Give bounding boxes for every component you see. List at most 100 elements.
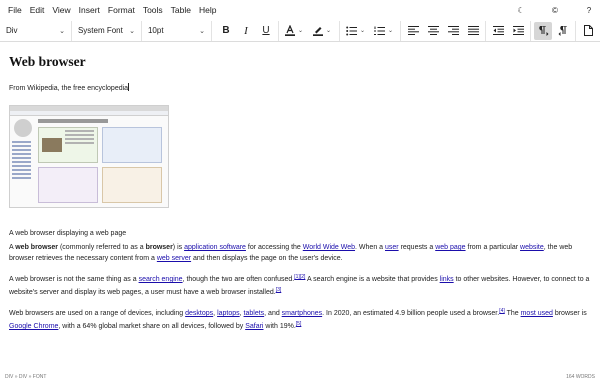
link-search-engine[interactable]: search engine: [139, 276, 183, 283]
screenshot-line: [12, 177, 32, 179]
screenshot-line: [12, 157, 32, 159]
menu-table[interactable]: Table: [167, 0, 195, 20]
underline-button[interactable]: U: [257, 22, 275, 40]
menu-view[interactable]: View: [48, 0, 74, 20]
text: The: [504, 310, 521, 317]
link-web-server[interactable]: web server: [157, 255, 191, 262]
text: . In 2020, an estimated 4.9 billion peop…: [322, 310, 500, 317]
screenshot-content: [38, 119, 166, 205]
link-user[interactable]: user: [385, 244, 399, 251]
text: , with a 64% global market share on all …: [58, 323, 246, 330]
align-left-button[interactable]: [404, 22, 422, 40]
link-google-chrome[interactable]: Google Chrome: [9, 323, 58, 330]
highlighter-icon: [313, 27, 323, 36]
menu-insert[interactable]: Insert: [75, 0, 104, 20]
paragraph-rtl-icon: [558, 25, 567, 36]
italic-button[interactable]: I: [237, 22, 255, 40]
bold-button[interactable]: B: [217, 22, 235, 40]
text: Web browsers are used on a range of devi…: [9, 310, 186, 317]
text: , though the two are often confused.: [182, 276, 295, 283]
screenshot-line: [12, 173, 32, 175]
editor-area[interactable]: Web browser From Wikipedia, the free enc…: [0, 43, 600, 371]
screenshot-photo: [42, 138, 62, 152]
link-tablets[interactable]: tablets: [244, 310, 265, 317]
link-laptops[interactable]: laptops: [217, 310, 240, 317]
link-website[interactable]: website: [520, 244, 544, 251]
outdent-button[interactable]: [489, 22, 507, 40]
font-size-select[interactable]: 10pt ⌄: [142, 20, 212, 41]
screenshot-logo: [14, 119, 32, 137]
text: ) is: [172, 244, 185, 251]
link-safari[interactable]: Safari: [245, 323, 263, 330]
chevron-down-icon: ⌄: [199, 27, 205, 35]
menu-file[interactable]: File: [4, 0, 26, 20]
link-smartphones[interactable]: smartphones: [282, 310, 322, 317]
subtitle-text: From Wikipedia, the free encyclopedia: [9, 85, 129, 92]
screenshot-heading: [38, 119, 109, 123]
numbered-list-button[interactable]: ⌄: [371, 22, 397, 40]
indent-button[interactable]: [509, 22, 527, 40]
chevron-down-icon: ⌄: [59, 27, 65, 35]
screenshot-addressbar: [10, 111, 168, 116]
highlight-color-button[interactable]: ⌄: [310, 22, 336, 40]
screenshot-line: [12, 149, 32, 151]
screenshot-line: [12, 153, 32, 155]
text: , and: [264, 310, 282, 317]
font-family-select[interactable]: System Font ⌄: [72, 20, 142, 41]
direction-group: [531, 20, 576, 41]
text: with 19%.: [263, 323, 296, 330]
menu-format[interactable]: Format: [104, 0, 139, 20]
menu-edit[interactable]: Edit: [26, 0, 49, 20]
menubar-right-tools: ☾ © ?: [498, 0, 600, 20]
word-count[interactable]: 164 WORDS: [566, 374, 595, 380]
block-format-select[interactable]: Div ⌄: [0, 20, 72, 41]
new-document-button[interactable]: [579, 22, 597, 40]
screenshot-line: [65, 130, 94, 132]
font-size-value: 10pt: [147, 26, 164, 35]
link-world-wide-web[interactable]: World Wide Web: [303, 244, 355, 251]
chevron-down-icon: ⌄: [388, 28, 394, 34]
link-application-software[interactable]: application software: [184, 244, 246, 251]
citation-ref[interactable]: [1][2]: [294, 274, 305, 280]
screenshot-line: [65, 142, 94, 144]
chevron-down-icon: ⌄: [298, 28, 304, 34]
menu-tools[interactable]: Tools: [139, 0, 167, 20]
paragraph-1: A web browser (commonly referred to as a…: [9, 242, 591, 264]
align-left-icon: [407, 26, 419, 35]
toolbar: Div ⌄ System Font ⌄ 10pt ⌄ B I U ⌄ ⌄ ⌄ ⌄: [0, 20, 600, 42]
screenshot-line: [65, 134, 94, 136]
bullet-list-button[interactable]: ⌄: [343, 22, 369, 40]
link-desktops[interactable]: desktops: [185, 310, 213, 317]
element-path[interactable]: DIV » DIV » FONT: [5, 374, 46, 380]
citation-ref[interactable]: [3]: [276, 287, 282, 293]
document-title: Web browser: [9, 54, 86, 69]
font-family-value: System Font: [77, 26, 123, 35]
chevron-down-icon: ⌄: [360, 28, 366, 34]
list-group: ⌄ ⌄: [340, 20, 401, 41]
bold-text: browser: [145, 244, 173, 251]
browser-screenshot-image[interactable]: [9, 105, 169, 208]
link-links[interactable]: links: [440, 276, 454, 283]
copyright-icon[interactable]: ©: [544, 6, 566, 15]
menu-help[interactable]: Help: [195, 0, 220, 20]
align-right-button[interactable]: [444, 22, 462, 40]
bold-text: web browser: [15, 244, 59, 251]
citation-ref[interactable]: [5]: [296, 321, 302, 327]
left-to-right-button[interactable]: [534, 21, 552, 40]
paragraph-2: A web browser is not the same thing as a…: [9, 272, 591, 298]
link-web-page[interactable]: web page: [435, 244, 465, 251]
help-icon[interactable]: ?: [578, 6, 600, 15]
right-to-left-button[interactable]: [554, 22, 572, 40]
align-center-button[interactable]: [424, 22, 442, 40]
indent-icon: [512, 26, 524, 35]
chevron-down-icon: ⌄: [129, 27, 135, 35]
block-format-value: Div: [6, 26, 18, 35]
indent-group: [486, 20, 531, 41]
link-most-used[interactable]: most used: [521, 310, 553, 317]
menubar: File Edit View Insert Format Tools Table…: [0, 0, 600, 20]
paragraph-3: Web browsers are used on a range of devi…: [9, 306, 591, 332]
text-color-button[interactable]: ⌄: [282, 22, 308, 40]
align-justify-button[interactable]: [464, 22, 482, 40]
moon-icon[interactable]: ☾: [510, 6, 532, 15]
chevron-down-icon: ⌄: [326, 28, 332, 34]
